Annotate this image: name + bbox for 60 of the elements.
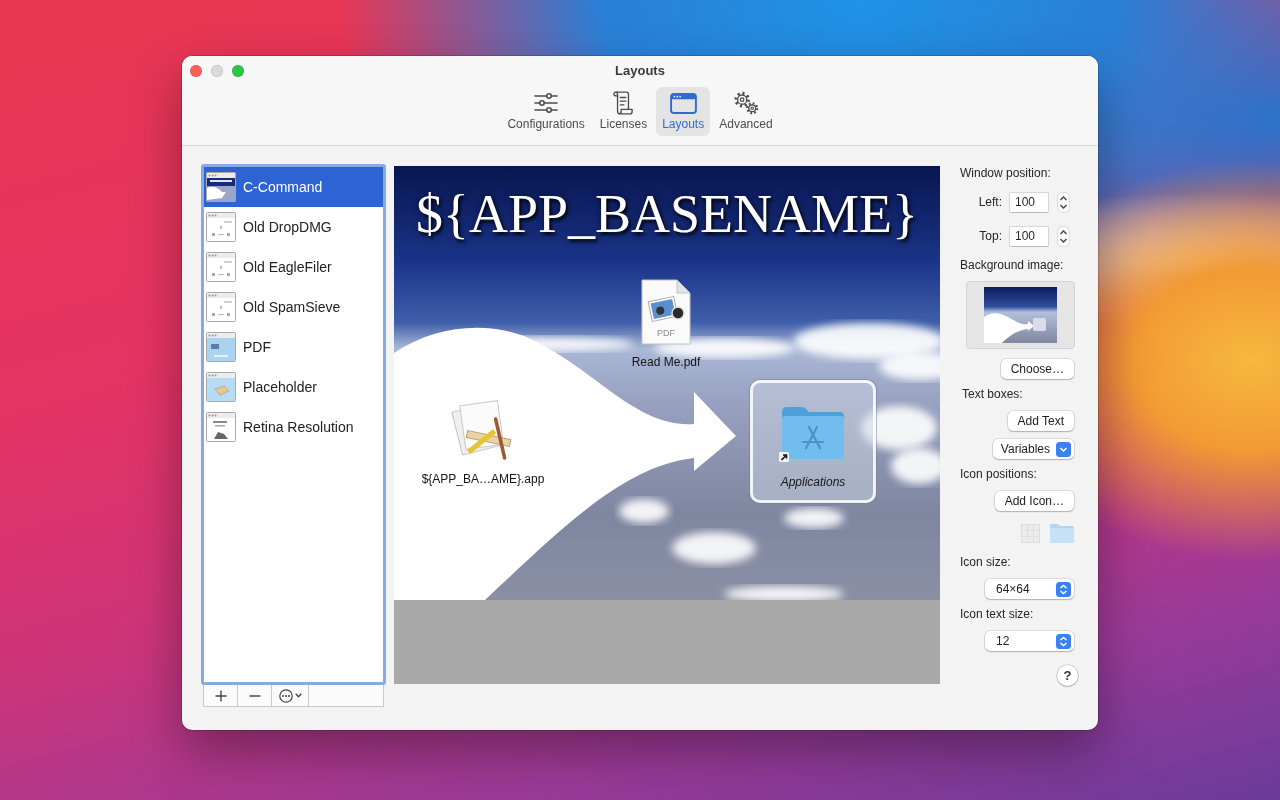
- stepper-arrows-icon[interactable]: [1057, 192, 1070, 213]
- popup-arrows-icon: [1056, 633, 1071, 649]
- layout-list-item[interactable]: C-Command: [204, 167, 383, 207]
- layout-thumbnail-icon: [206, 332, 236, 362]
- window-icon: [669, 92, 697, 114]
- field-label: Top:: [979, 229, 1002, 244]
- layout-list-item[interactable]: Retina Resolution: [204, 407, 383, 447]
- layout-thumbnail-icon: [206, 212, 236, 242]
- stepper-arrows-icon[interactable]: [1057, 226, 1070, 247]
- number-field[interactable]: 100: [1010, 227, 1048, 246]
- number-field[interactable]: 100: [1010, 193, 1048, 212]
- toolbar-tab[interactable]: Licenses: [593, 87, 654, 136]
- ellipsis-circle-icon: [278, 688, 293, 703]
- add-text-button[interactable]: Add Text: [1007, 411, 1074, 431]
- minus-icon: [248, 694, 261, 697]
- section-label: Background image:: [960, 258, 1064, 273]
- layout-list-item[interactable]: Old DropDMG: [204, 207, 383, 247]
- file-name-label: ${APP_BA…AME}.app: [421, 472, 545, 487]
- scroll-icon: [613, 91, 634, 115]
- cloud: [619, 499, 669, 523]
- file-name-label: Applications: [780, 475, 846, 490]
- section-label: Icon size:: [960, 555, 1011, 570]
- image-well[interactable]: [966, 281, 1075, 349]
- section-label: Icon positions:: [960, 467, 1037, 482]
- plus-icon: [214, 689, 227, 702]
- add-icon-button[interactable]: Add Icon…: [994, 491, 1074, 511]
- toolbar-tab[interactable]: Advanced: [713, 87, 779, 136]
- icon-text-size-popup-button[interactable]: 12: [985, 631, 1074, 651]
- chevron-down-icon: [294, 693, 302, 698]
- field-label: Left:: [978, 195, 1002, 210]
- layout-thumbnail-icon: [206, 172, 236, 202]
- pdf-document-icon[interactable]: [641, 279, 691, 345]
- window-title: Layouts: [615, 63, 665, 79]
- help-button[interactable]: ?: [1057, 665, 1078, 686]
- toolbar-tab[interactable]: Layouts: [656, 87, 711, 136]
- file-type-label: PDF: [657, 328, 675, 338]
- variables-popup-button[interactable]: Variables: [992, 439, 1074, 459]
- popup-arrows-icon: [1056, 581, 1071, 597]
- section-label: Window position:: [960, 166, 1051, 181]
- file-name-label: Read Me.pdf: [631, 355, 701, 370]
- layout-thumbnail-icon: [206, 292, 236, 322]
- section-label: Icon text size:: [960, 607, 1034, 622]
- close-button[interactable]: [190, 65, 202, 77]
- toolbar-tab[interactable]: Configurations: [501, 87, 591, 136]
- section-label: Text boxes:: [962, 387, 1023, 402]
- sliders-icon: [534, 93, 559, 113]
- icon-size-popup-button[interactable]: 64×64: [985, 579, 1074, 599]
- cloud: [784, 508, 844, 528]
- folder-icon: [1050, 523, 1074, 543]
- choose-button[interactable]: Choose…: [1000, 359, 1074, 379]
- layout-thumbnail-icon: [206, 252, 236, 282]
- layout-thumbnail-icon: [206, 412, 236, 442]
- layout-list-item[interactable]: Old EagleFiler: [204, 247, 383, 287]
- alias-arrow-icon: [779, 452, 789, 462]
- layout-list-item[interactable]: Old SpamSieve: [204, 287, 383, 327]
- layout-thumbnail-icon: [206, 372, 236, 402]
- gears-icon: [732, 91, 759, 115]
- layout-list-item[interactable]: PDF: [204, 327, 383, 367]
- layout-list-item[interactable]: Placeholder: [204, 367, 383, 407]
- preview-title-text[interactable]: ${APP_BASENAME}: [416, 184, 918, 244]
